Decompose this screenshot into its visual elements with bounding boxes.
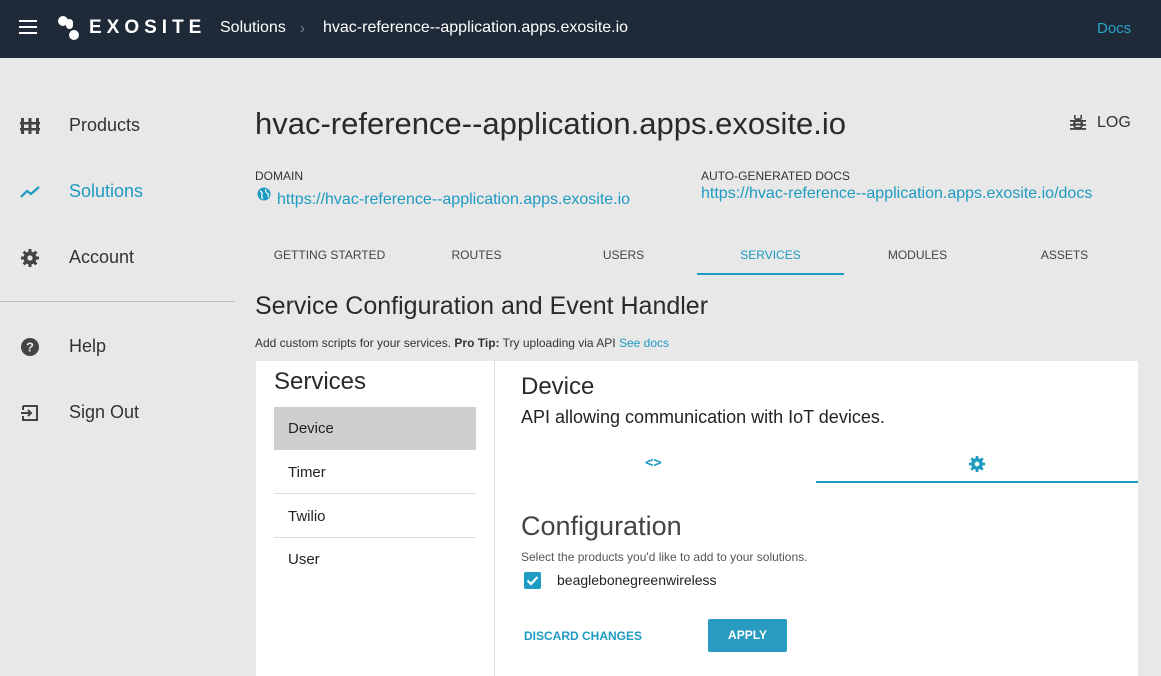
exosite-logo-icon <box>58 16 79 40</box>
bug-icon <box>1070 115 1086 130</box>
gear-icon <box>968 455 986 473</box>
sidebar-item-account[interactable]: Account <box>0 238 235 278</box>
page-title: hvac-reference--application.apps.exosite… <box>255 106 847 141</box>
solutions-icon <box>20 186 40 198</box>
sidebar-item-label: Account <box>69 247 135 267</box>
tab-modules[interactable]: MODULES <box>844 235 991 275</box>
sidebar-item-label: Sign Out <box>69 402 140 422</box>
sidebar-item-products[interactable]: Products <box>0 106 235 146</box>
domain-link[interactable]: https://hvac-reference--application.apps… <box>277 191 630 209</box>
services-list-panel: Services Device Timer Twilio User <box>256 361 495 676</box>
log-label: LOG <box>1097 114 1131 131</box>
tab-services[interactable]: SERVICES <box>697 235 844 275</box>
tab-code[interactable]: <> <box>494 447 816 483</box>
configuration-title: Configuration <box>521 511 682 541</box>
service-item-twilio[interactable]: Twilio <box>274 495 476 538</box>
service-item-user[interactable]: User <box>274 538 476 581</box>
breadcrumb-current: hvac-reference--application.apps.exosite… <box>323 19 629 36</box>
sidebar-item-label: Help <box>69 336 107 356</box>
tab-configuration[interactable] <box>816 447 1138 483</box>
apply-button[interactable]: APPLY <box>708 619 787 652</box>
services-title: Services <box>274 368 367 395</box>
breadcrumb-separator: › <box>300 20 305 37</box>
discard-changes-button[interactable]: DISCARD CHANGES <box>524 620 642 650</box>
svg-text:?: ? <box>26 340 34 355</box>
gear-icon <box>21 249 39 267</box>
sidebar-item-label: Solutions <box>69 181 144 201</box>
globe-icon <box>257 187 271 201</box>
checkmark-icon <box>526 576 539 586</box>
docs-url-label: AUTO-GENERATED DOCS <box>701 169 850 183</box>
services-card: Services Device Timer Twilio User Device… <box>256 361 1138 676</box>
pro-tip-label: Pro Tip: <box>454 336 500 350</box>
tab-users[interactable]: USERS <box>550 235 697 275</box>
subtitle-tip-text: Try uploading via API <box>502 336 616 350</box>
see-docs-link[interactable]: See docs <box>619 336 669 350</box>
docs-url-link[interactable]: https://hvac-reference--application.apps… <box>701 185 1092 203</box>
configuration-subtitle: Select the products you'd like to add to… <box>521 550 808 564</box>
section-subtitle: Add custom scripts for your services. Pr… <box>255 336 669 350</box>
service-item-device[interactable]: Device <box>274 407 476 450</box>
brand-name: EXOSITE <box>89 17 207 38</box>
product-checkbox[interactable] <box>524 572 541 589</box>
docs-link[interactable]: Docs <box>1097 20 1131 37</box>
code-icon: <> <box>645 455 662 471</box>
tab-assets[interactable]: ASSETS <box>991 235 1138 275</box>
section-title: Service Configuration and Event Handler <box>255 292 709 320</box>
service-item-timer[interactable]: Timer <box>274 451 476 494</box>
sidebar-item-solutions[interactable]: Solutions <box>0 172 235 212</box>
product-label: beaglebonegreenwireless <box>557 572 717 588</box>
sidebar-item-help[interactable]: ? Help <box>0 327 235 367</box>
breadcrumb-solutions[interactable]: Solutions <box>220 19 286 37</box>
sidebar-item-sign-out[interactable]: Sign Out <box>0 393 235 433</box>
domain-label: DOMAIN <box>255 169 303 183</box>
service-detail-description: API allowing communication with IoT devi… <box>521 407 885 427</box>
tab-routes[interactable]: ROUTES <box>403 235 550 275</box>
hamburger-menu-icon[interactable] <box>19 20 39 38</box>
sidebar-divider <box>0 301 235 302</box>
service-detail-title: Device <box>521 373 595 400</box>
help-icon: ? <box>21 338 39 356</box>
top-bar: EXOSITE Solutions › hvac-reference--appl… <box>0 0 1161 58</box>
sidebar-item-label: Products <box>69 115 141 135</box>
tab-getting-started[interactable]: GETTING STARTED <box>256 235 403 275</box>
sign-out-icon <box>21 405 38 421</box>
subtitle-text: Add custom scripts for your services. <box>255 336 452 350</box>
products-icon <box>20 118 40 134</box>
